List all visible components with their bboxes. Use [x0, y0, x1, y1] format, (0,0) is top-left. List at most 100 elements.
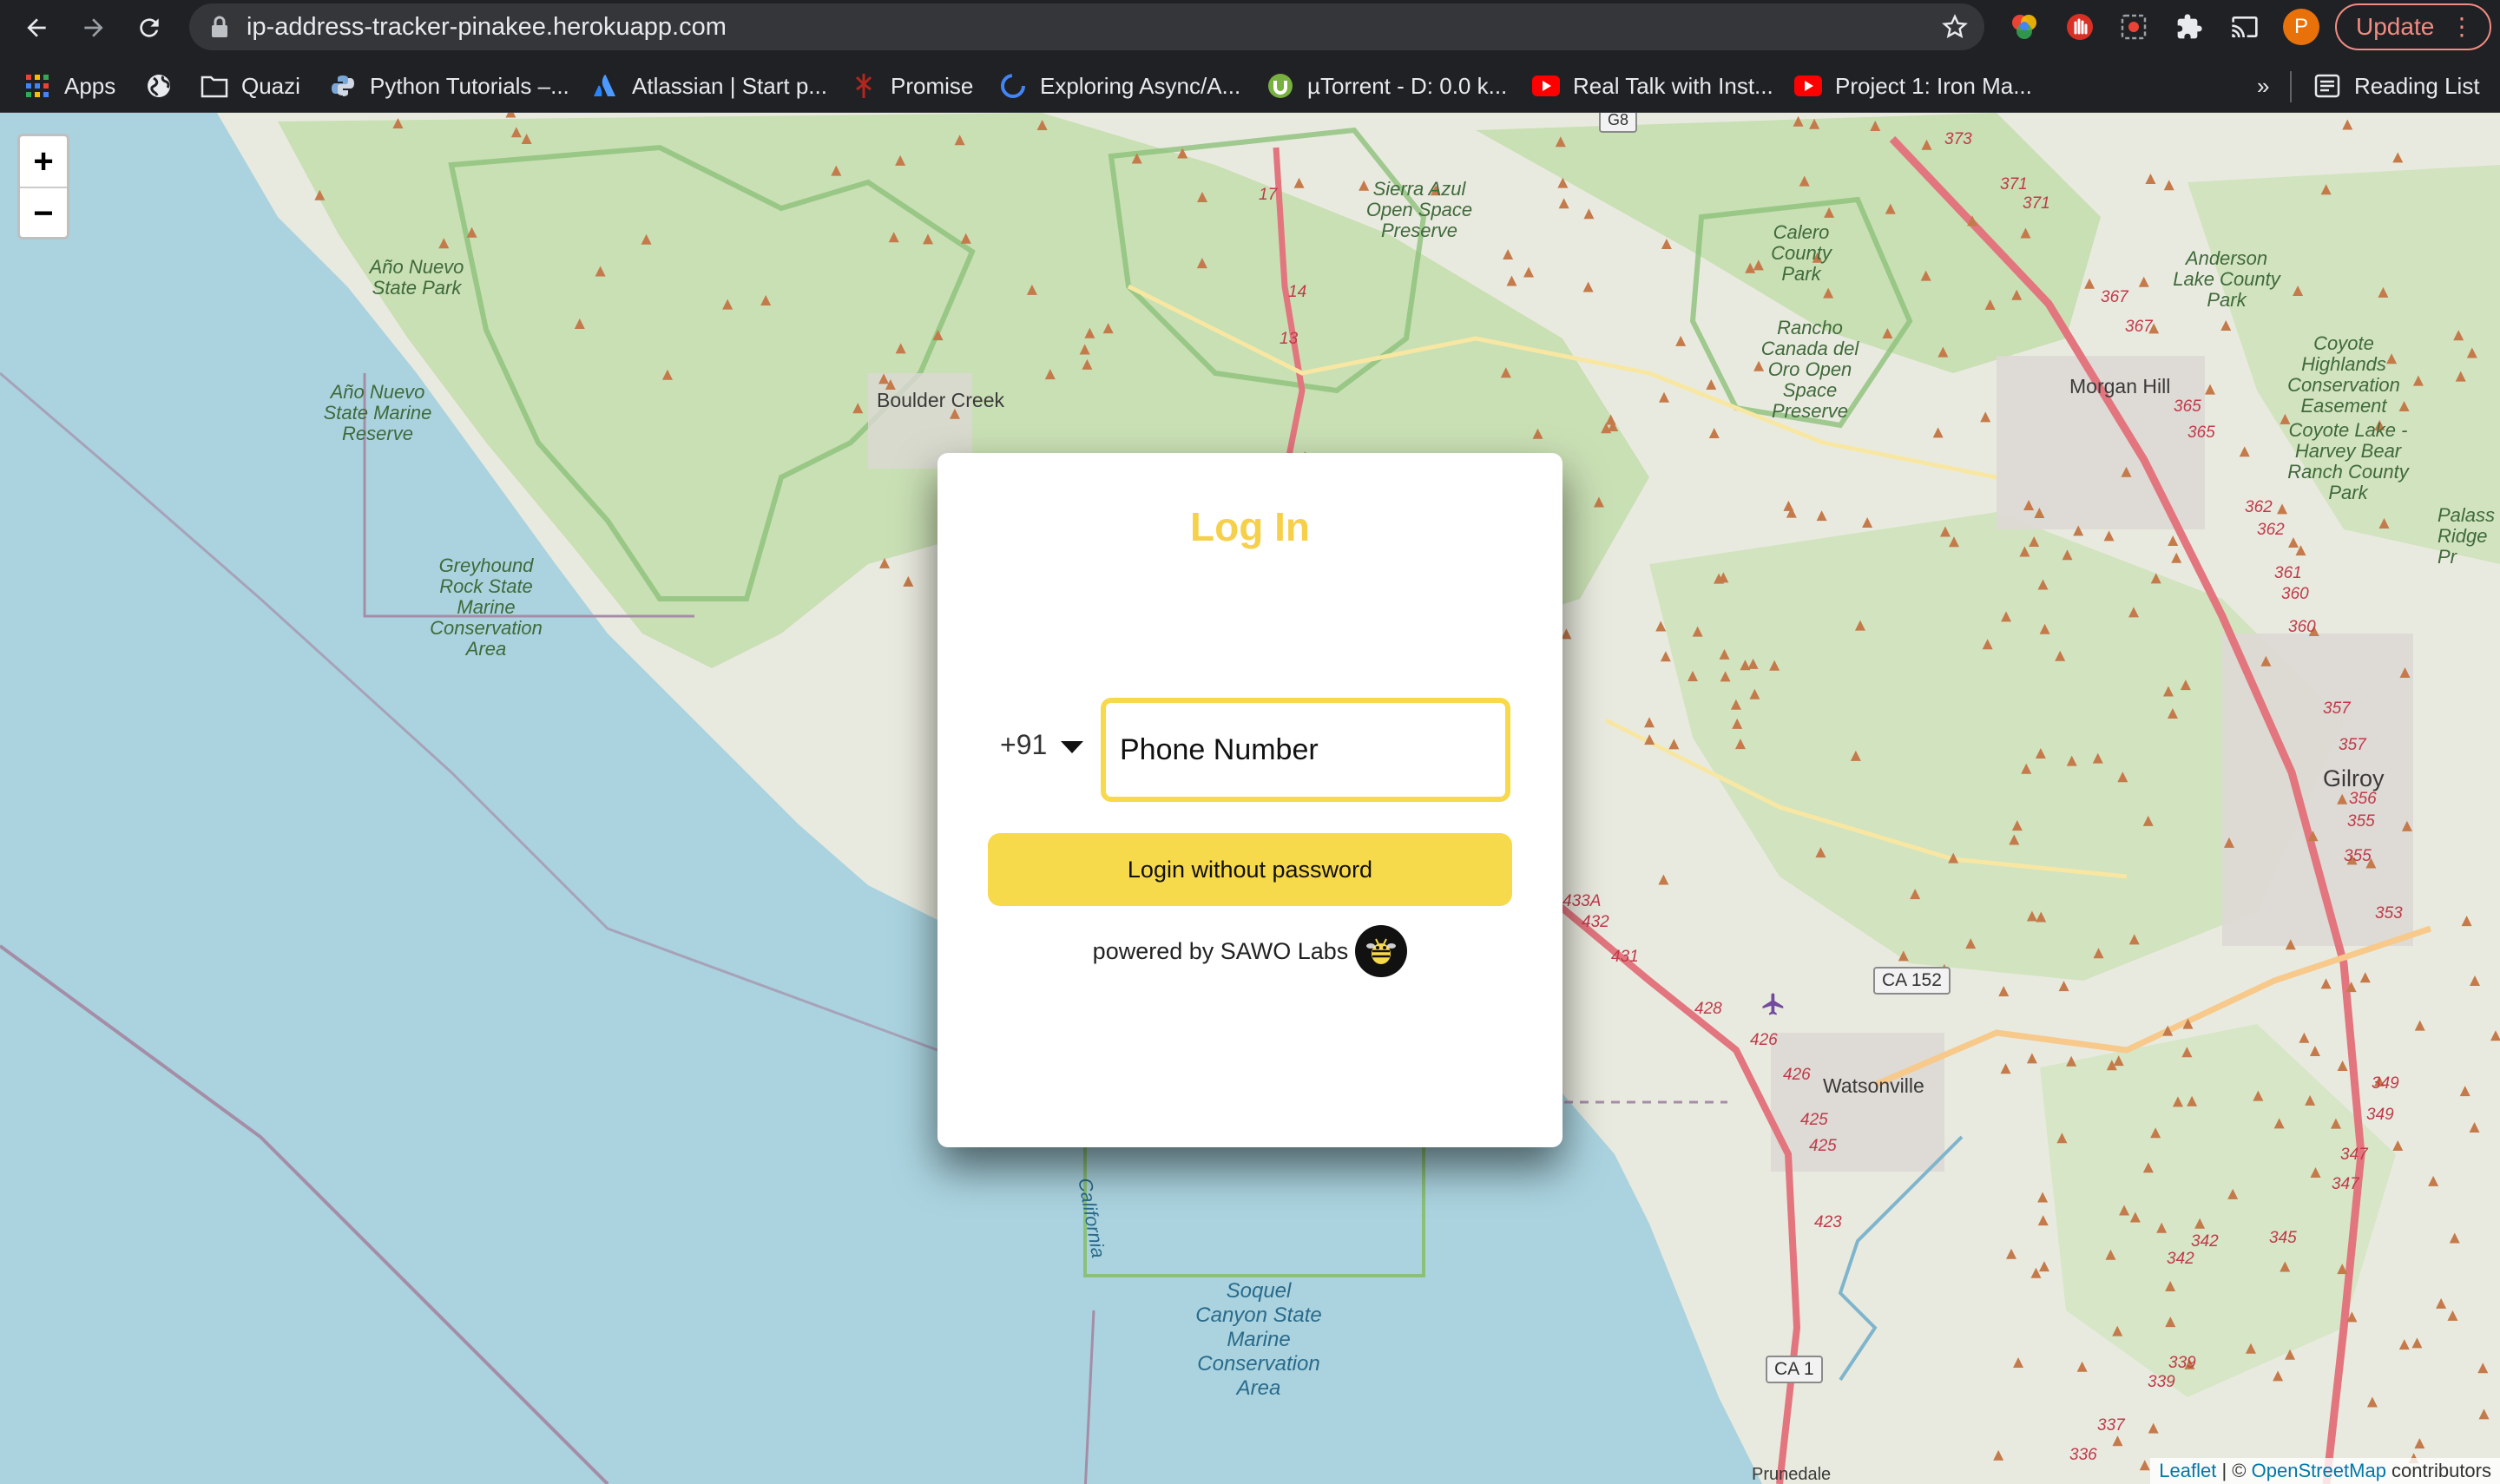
youtube-icon: [1793, 71, 1823, 101]
hwy-marker: 357: [2339, 736, 2366, 754]
utorrent-icon: [1266, 71, 1295, 101]
browser-toolbar: ip-address-tracker-pinakee.herokuapp.com…: [0, 0, 2500, 54]
bookmark-apps[interactable]: Apps: [23, 68, 115, 104]
zoom-control: + −: [17, 134, 69, 240]
kebab-menu-icon: ⋮: [2450, 13, 2474, 40]
youtube-icon: [1531, 71, 1561, 101]
bookmark-python-tutorials[interactable]: Python Tutorials –...: [328, 68, 569, 104]
promise-icon: [849, 71, 878, 101]
hwy-marker: 431: [1611, 948, 1639, 966]
forward-button[interactable]: [75, 9, 113, 47]
route-shield-g8: G8: [1599, 113, 1638, 133]
powered-by: powered by SAWO Labs: [938, 925, 1562, 977]
hwy-marker: 339: [2168, 1354, 2196, 1372]
reload-button[interactable]: [130, 9, 168, 47]
bookmark-label: µTorrent - D: 0.0 k...: [1307, 72, 1508, 99]
bookmark-real-talk[interactable]: Real Talk with Inst...: [1531, 68, 1773, 104]
bookmark-quazi[interactable]: Quazi: [200, 68, 300, 104]
bookmark-label: Quazi: [241, 72, 300, 99]
chrome-divider: [0, 112, 2500, 113]
hand-extension-icon[interactable]: [2062, 10, 2097, 44]
bookmarks-bar: Apps Quazi Python Tutorials –... Atlassi…: [0, 59, 2500, 113]
hwy-marker: 428: [1694, 1000, 1722, 1018]
hwy-marker: 355: [2344, 847, 2372, 865]
caret-down-icon[interactable]: [1059, 739, 1085, 755]
map-label-soquel: Soquel Canyon State Marine Conservation …: [1195, 1279, 1322, 1400]
hwy-marker: 347: [2332, 1175, 2359, 1193]
forward-arrow-icon: [84, 18, 103, 37]
hwy-marker: 425: [1800, 1111, 1828, 1129]
map-label-greyhound: Greyhound Rock State Marine Conservation…: [430, 555, 543, 660]
hwy-marker: 13: [1280, 330, 1299, 348]
hwy-marker: 353: [2375, 904, 2403, 923]
reading-list-icon: [2312, 71, 2342, 101]
bookmark-globe[interactable]: [144, 68, 186, 104]
bookmark-label: Promise: [891, 72, 974, 99]
python-icon: [328, 71, 358, 101]
back-button[interactable]: [17, 9, 56, 47]
bookmark-exploring-async[interactable]: Exploring Async/A...: [998, 68, 1240, 104]
login-title: Log In: [1190, 504, 1310, 549]
update-button[interactable]: Update ⋮: [2335, 3, 2491, 50]
bookmark-label: Python Tutorials –...: [370, 72, 569, 99]
hwy-marker: 360: [2281, 585, 2309, 603]
bookmark-promise[interactable]: Promise: [849, 68, 973, 104]
bookmark-star-icon[interactable]: [1941, 13, 1969, 41]
map-label-coyote-highlands: Coyote Highlands Conservation Easement: [2287, 332, 2400, 417]
hwy-marker: 345: [2269, 1229, 2297, 1247]
hwy-marker: 361: [2274, 564, 2302, 582]
hwy-marker: 339: [2148, 1373, 2175, 1391]
bookmark-label: Atlassian | Start p...: [632, 72, 827, 99]
hwy-marker: 357: [2323, 699, 2351, 718]
profile-avatar[interactable]: P: [2283, 9, 2319, 45]
hwy-marker: 342: [2167, 1250, 2194, 1268]
hwy-marker: 349: [2366, 1106, 2394, 1124]
colorpick-extension-icon[interactable]: [2007, 10, 2042, 44]
bookmark-label: Exploring Async/A...: [1040, 72, 1241, 99]
hwy-marker: 349: [2372, 1074, 2399, 1093]
city-label-morgan-hill: Morgan Hill: [2069, 375, 2171, 397]
hwy-marker: 342: [2191, 1232, 2219, 1251]
zoom-out-button[interactable]: −: [20, 187, 67, 239]
cast-icon[interactable]: [2227, 10, 2262, 44]
hwy-marker: 373: [1944, 130, 1972, 148]
browser-chrome: ip-address-tracker-pinakee.herokuapp.com…: [0, 0, 2500, 113]
async-icon: [998, 71, 1028, 101]
folder-icon: [200, 71, 229, 101]
reading-list-label: Reading List: [2354, 72, 2480, 99]
bookmark-label: Real Talk with Inst...: [1573, 72, 1773, 99]
powered-by-text: powered by SAWO Labs: [1092, 937, 1349, 964]
login-without-password-button[interactable]: Login without password: [988, 833, 1512, 906]
route-shield-ca1: CA 1: [1766, 1356, 1823, 1383]
country-code-select[interactable]: +91: [1000, 729, 1047, 761]
bookmarks-overflow-button[interactable]: »: [2257, 68, 2269, 104]
hwy-marker: 362: [2257, 521, 2285, 539]
bookmark-project-iron-man[interactable]: Project 1: Iron Ma...: [1793, 68, 2032, 104]
airport-icon: [1762, 993, 1784, 1015]
zoom-in-button[interactable]: +: [20, 136, 67, 187]
map-label-ano-nuevo-park: Año Nuevo State Park: [369, 256, 464, 299]
route-shield-ca152: CA 152: [1873, 967, 1951, 995]
city-label-watsonville: Watsonville: [1823, 1074, 1924, 1097]
bookmark-utorrent[interactable]: µTorrent - D: 0.0 k...: [1266, 68, 1507, 104]
reading-list-button[interactable]: Reading List: [2312, 68, 2480, 104]
bookmark-atlassian[interactable]: Atlassian | Start p...: [590, 68, 827, 104]
hwy-marker: 432: [1582, 913, 1609, 931]
attribution-suffix: contributors: [2385, 1460, 2491, 1481]
reload-icon: [140, 18, 159, 37]
hwy-marker: 367: [2101, 288, 2128, 306]
phone-number-input[interactable]: [1101, 698, 1510, 802]
openstreetmap-link[interactable]: OpenStreetMap: [2252, 1460, 2386, 1481]
address-bar[interactable]: ip-address-tracker-pinakee.herokuapp.com: [189, 3, 1984, 50]
screen-capture-extension-icon[interactable]: [2116, 10, 2151, 44]
hwy-marker: 423: [1814, 1213, 1842, 1231]
puzzle-extensions-icon[interactable]: [2172, 10, 2207, 44]
city-label-gilroy: Gilroy: [2323, 765, 2385, 791]
hwy-marker: 433A: [1562, 892, 1602, 910]
back-arrow-icon: [27, 18, 46, 37]
hwy-marker: 425: [1809, 1137, 1837, 1155]
town-area: [1771, 1033, 1944, 1172]
hwy-marker: 371: [2000, 175, 2028, 194]
map-label-coyote-lake: Coyote Lake - Harvey Bear Ranch County P…: [2287, 419, 2409, 503]
leaflet-link[interactable]: Leaflet: [2159, 1460, 2216, 1481]
